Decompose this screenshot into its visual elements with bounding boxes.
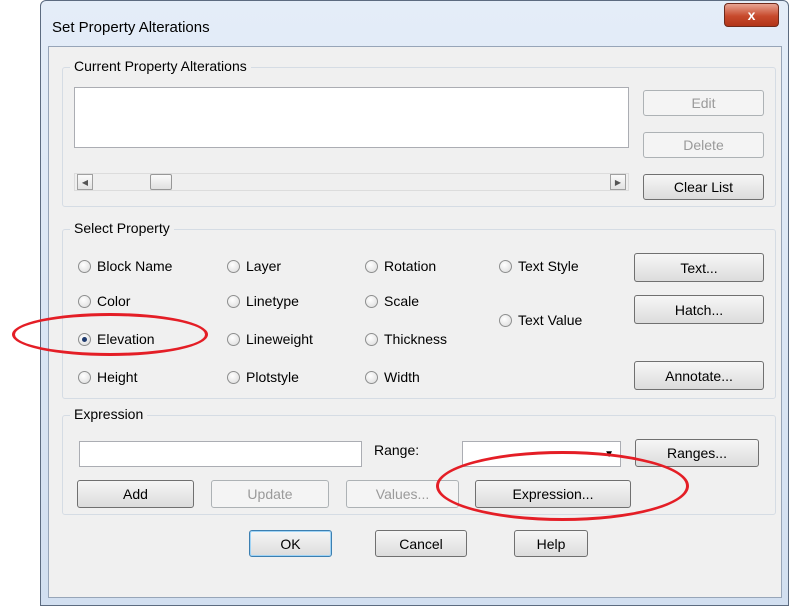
close-icon: x	[747, 7, 756, 23]
radio-indicator	[78, 294, 91, 308]
help-button[interactable]: Help	[514, 530, 588, 557]
radio-label: Height	[97, 369, 138, 385]
radio-lineweight[interactable]: Lineweight	[227, 331, 313, 347]
expression-legend: Expression	[70, 406, 148, 422]
annotation-ellipse-elevation	[12, 313, 208, 356]
radio-indicator	[365, 332, 378, 346]
clear-list-button[interactable]: Clear List	[643, 174, 764, 200]
radio-label: Color	[97, 293, 131, 309]
radio-label: Rotation	[384, 258, 437, 274]
text-button[interactable]: Text...	[634, 253, 764, 282]
radio-scale[interactable]: Scale	[365, 293, 419, 309]
delete-button[interactable]: Delete	[643, 132, 764, 158]
radio-indicator	[78, 370, 91, 384]
chevron-left-icon: ◀	[81, 177, 89, 187]
radio-label: Thickness	[384, 331, 448, 347]
radio-block-name[interactable]: Block Name	[78, 258, 172, 274]
radio-indicator	[499, 313, 512, 327]
dialog-title: Set Property Alterations	[52, 19, 210, 36]
horizontal-scrollbar[interactable]: ◀ ▶	[74, 173, 629, 191]
radio-indicator	[499, 259, 512, 273]
add-button[interactable]: Add	[77, 480, 194, 508]
edit-button[interactable]: Edit	[643, 90, 764, 116]
radio-indicator	[365, 370, 378, 384]
radio-indicator	[227, 332, 240, 346]
radio-label: Width	[384, 369, 420, 385]
radio-thickness[interactable]: Thickness	[365, 331, 447, 347]
ok-button[interactable]: OK	[249, 530, 332, 557]
annotation-ellipse-expression	[436, 451, 689, 521]
current-alterations-legend: Current Property Alterations	[70, 58, 251, 74]
close-button[interactable]: x	[724, 3, 779, 27]
radio-text-style[interactable]: Text Style	[499, 258, 579, 274]
radio-label: Scale	[384, 293, 420, 309]
range-label: Range:	[374, 442, 420, 458]
scroll-left-button[interactable]: ◀	[77, 174, 93, 190]
radio-label: Block Name	[97, 258, 173, 274]
radio-width[interactable]: Width	[365, 369, 420, 385]
expression-input[interactable]	[79, 441, 362, 467]
radio-indicator	[227, 370, 240, 384]
annotate-button[interactable]: Annotate...	[634, 361, 764, 390]
radio-indicator	[365, 294, 378, 308]
radio-indicator	[227, 259, 240, 273]
hatch-button[interactable]: Hatch...	[634, 295, 764, 324]
radio-indicator	[78, 259, 91, 273]
radio-label: Linetype	[246, 293, 299, 309]
scroll-right-button[interactable]: ▶	[610, 174, 626, 190]
radio-indicator	[365, 259, 378, 273]
radio-indicator	[227, 294, 240, 308]
radio-layer[interactable]: Layer	[227, 258, 281, 274]
radio-label: Plotstyle	[246, 369, 299, 385]
radio-label: Text Value	[518, 312, 583, 328]
radio-label: Text Style	[518, 258, 579, 274]
radio-label: Lineweight	[246, 331, 313, 347]
alterations-listbox[interactable]	[74, 87, 629, 148]
scroll-thumb[interactable]	[150, 174, 172, 190]
radio-text-value[interactable]: Text Value	[499, 312, 582, 328]
radio-label: Layer	[246, 258, 282, 274]
update-button[interactable]: Update	[211, 480, 329, 508]
cancel-button[interactable]: Cancel	[375, 530, 467, 557]
radio-rotation[interactable]: Rotation	[365, 258, 436, 274]
select-property-legend: Select Property	[70, 220, 174, 236]
radio-height[interactable]: Height	[78, 369, 137, 385]
radio-plotstyle[interactable]: Plotstyle	[227, 369, 299, 385]
radio-color[interactable]: Color	[78, 293, 130, 309]
chevron-right-icon: ▶	[614, 177, 622, 187]
radio-linetype[interactable]: Linetype	[227, 293, 299, 309]
